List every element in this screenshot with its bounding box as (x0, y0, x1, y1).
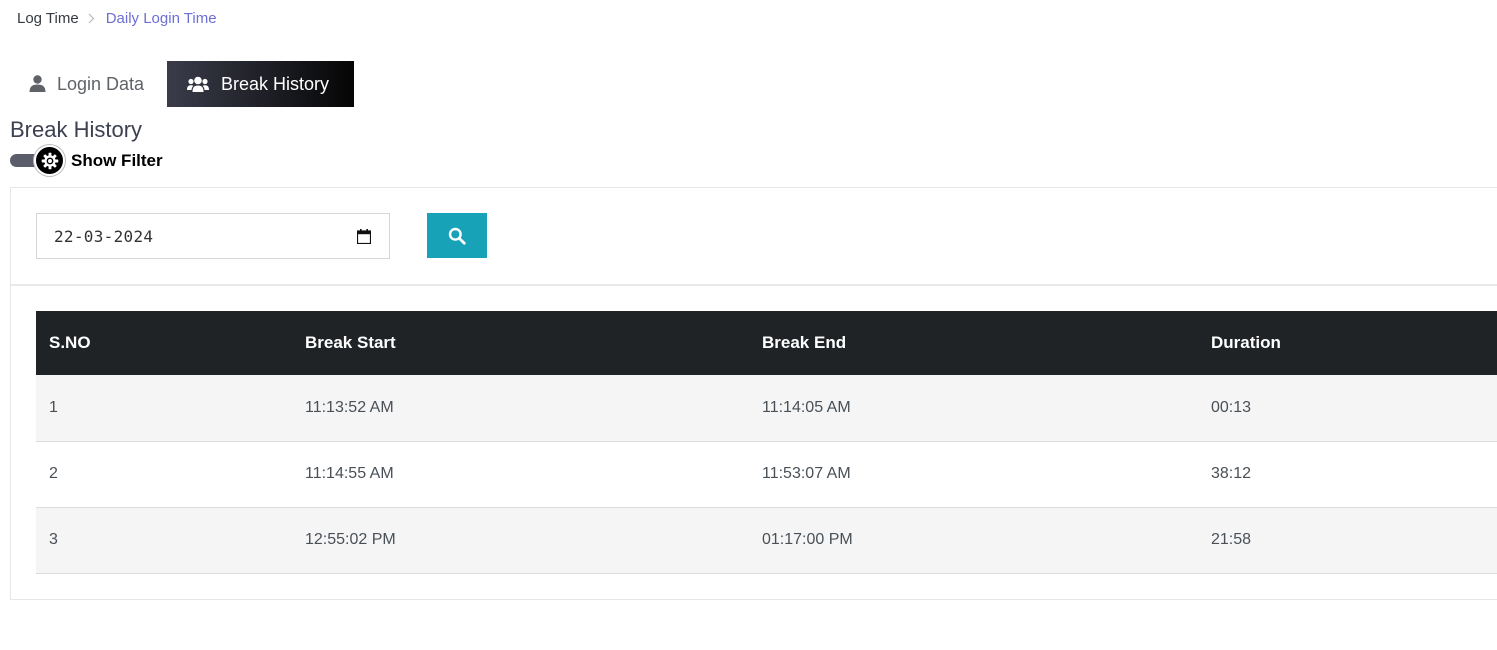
column-header-break-start: Break Start (305, 333, 396, 352)
column-header-break-end: Break End (762, 333, 847, 352)
table-header-row: S.NO Break Start Break End Duration (36, 311, 1497, 375)
filter-panel: 22-03-2024 (11, 188, 1497, 286)
cell-break-start: 11:14:55 AM (305, 465, 394, 482)
cell-duration: 21:58 (1211, 531, 1252, 548)
date-value: 22-03-2024 (54, 226, 154, 246)
column-header-sno: S.NO (49, 333, 91, 352)
tab-break-history[interactable]: Break History (167, 61, 354, 107)
break-history-card: 22-03-2024 S.NO Break Start Break End Du… (10, 187, 1497, 600)
break-history-table: S.NO Break Start Break End Duration 1 11… (36, 311, 1497, 574)
cell-break-start: 11:13:52 AM (305, 398, 394, 416)
user-icon (29, 75, 46, 93)
breadcrumb-daily-login-time: Daily Login Time (105, 9, 217, 27)
tab-login-data[interactable]: Login Data (10, 61, 167, 107)
column-header-duration: Duration (1211, 333, 1281, 352)
cell-sno: 3 (49, 531, 58, 548)
page-title: Break History (10, 117, 143, 142)
cell-break-end: 11:14:05 AM (762, 398, 851, 416)
cell-duration: 00:13 (1211, 398, 1252, 416)
cell-break-start: 12:55:02 PM (305, 531, 396, 548)
cell-sno: 1 (49, 398, 58, 416)
chevron-right-icon (88, 13, 95, 24)
calendar-icon[interactable] (357, 228, 371, 244)
cell-duration: 38:12 (1211, 465, 1252, 482)
table-row: 2 11:14:55 AM 11:53:07 AM 38:12 (36, 441, 1497, 507)
cell-sno: 2 (49, 465, 58, 482)
search-button[interactable] (427, 213, 487, 258)
search-icon (448, 227, 466, 245)
gear-icon (34, 145, 65, 176)
cell-break-end: 01:17:00 PM (762, 531, 853, 548)
tab-login-data-label: Login Data (57, 73, 145, 94)
breadcrumb: Log Time Daily Login Time (17, 9, 217, 27)
show-filter-toggle[interactable] (10, 145, 65, 177)
show-filter-label: Show Filter (71, 151, 163, 170)
table-row: 3 12:55:02 PM 01:17:00 PM 21:58 (36, 507, 1497, 573)
filter-toggle-row: Show Filter (10, 145, 163, 177)
users-icon (187, 76, 209, 93)
table-row: 1 11:13:52 AM 11:14:05 AM 00:13 (36, 375, 1497, 441)
tab-break-history-label: Break History (221, 73, 330, 94)
breadcrumb-log-time[interactable]: Log Time (17, 10, 79, 27)
date-input[interactable]: 22-03-2024 (36, 213, 390, 259)
cell-break-end: 11:53:07 AM (762, 465, 851, 482)
tab-bar: Login Data Break History (10, 61, 354, 107)
